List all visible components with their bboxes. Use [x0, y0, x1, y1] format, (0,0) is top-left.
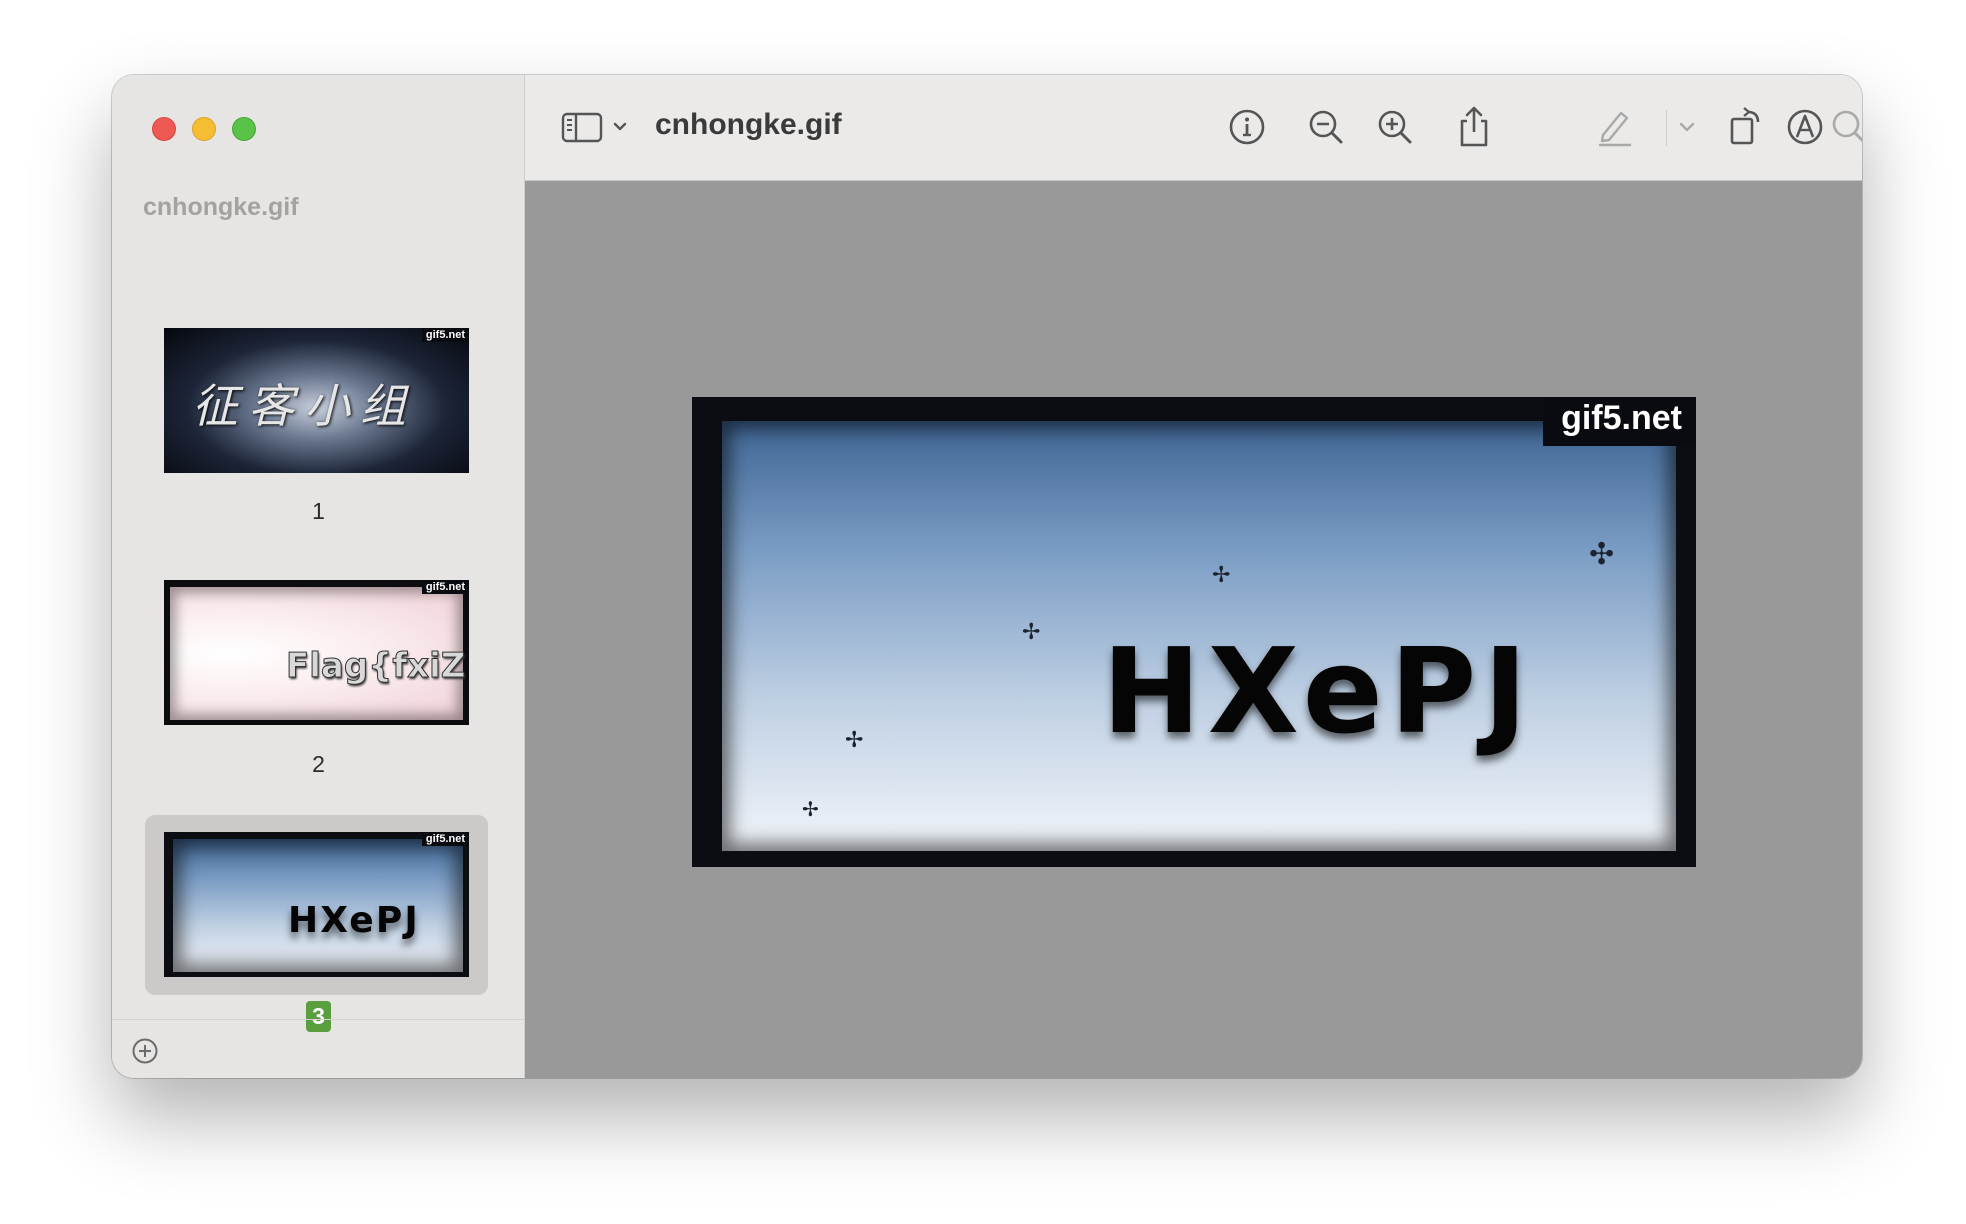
thumbnail-caption: HXePJ [288, 900, 420, 941]
document-viewer[interactable]: HXePJ ✢ ✢ ✢ ✢ ✣ gif5.net [525, 181, 1862, 1078]
preview-window: cnhongke.gif 征客小组 gif5.net 1 Flag{fxiZ g… [112, 75, 1862, 1078]
chevron-down-icon [1679, 122, 1695, 132]
maximize-button[interactable] [232, 117, 256, 141]
markup-pen-icon [1599, 111, 1631, 147]
plus-circle-icon [132, 1038, 158, 1064]
sidebar-toggle-button[interactable] [559, 105, 635, 149]
markup-button[interactable] [1593, 105, 1637, 149]
zoom-out-icon [1309, 110, 1343, 144]
sidebar-title: cnhongke.gif [143, 193, 299, 221]
watermark: gif5.net [1543, 397, 1696, 446]
bird-icon: ✣ [1589, 538, 1615, 571]
info-icon [1229, 109, 1265, 145]
thumbnail-caption: Flag{fxiZ [285, 646, 466, 687]
search-button-area[interactable] [1813, 105, 1862, 149]
add-page-button[interactable] [131, 1037, 159, 1065]
page-thumbnail-1[interactable]: 征客小组 gif5.net [145, 311, 488, 491]
sidebar-divider [112, 1019, 525, 1020]
share-icon [1460, 106, 1488, 147]
toolbar: cnhongke.gif [525, 75, 1862, 181]
search-icon [1832, 110, 1862, 143]
page-thumbnail-3[interactable]: HXePJ gif5.net [145, 815, 488, 995]
bird-icon: ✢ [845, 727, 864, 752]
bird-icon: ✢ [802, 799, 819, 821]
close-button[interactable] [152, 117, 176, 141]
markup-dropdown-button[interactable] [1665, 105, 1709, 149]
watermark: gif5.net [421, 832, 469, 846]
watermark: gif5.net [421, 328, 469, 342]
frame-text: HXePJ [1102, 622, 1535, 760]
document-title: cnhongke.gif [655, 108, 842, 141]
info-button[interactable] [1225, 105, 1269, 149]
page-thumbnail-2[interactable]: Flag{fxiZ gif5.net [145, 563, 488, 743]
thumbnail-image: 征客小组 gif5.net [164, 328, 469, 473]
page-number: 1 [312, 498, 325, 524]
thumbnail-sidebar: cnhongke.gif 征客小组 gif5.net 1 Flag{fxiZ g… [112, 75, 525, 1078]
zoom-in-icon [1378, 110, 1412, 144]
bird-icon: ✢ [1022, 619, 1041, 644]
sidebar-toggle-icon [561, 112, 627, 143]
gif-frame-image: HXePJ ✢ ✢ ✢ ✢ ✣ gif5.net [692, 397, 1696, 867]
selected-page-number: 3 [112, 1001, 525, 1032]
thumbnail-caption: 征客小组 [192, 379, 416, 433]
share-button[interactable] [1452, 105, 1496, 149]
watermark: gif5.net [421, 580, 469, 594]
rotate-button[interactable] [1724, 105, 1768, 149]
thumbnail-image: HXePJ gif5.net [164, 832, 469, 977]
rotate-icon [1730, 107, 1760, 145]
page-number: 2 [312, 751, 325, 777]
thumbnail-image: Flag{fxiZ gif5.net [164, 580, 469, 725]
zoom-in-button[interactable] [1373, 105, 1417, 149]
bird-icon: ✢ [1212, 562, 1231, 587]
zoom-out-button[interactable] [1304, 105, 1348, 149]
minimize-button[interactable] [192, 117, 216, 141]
selected-page-badge: 3 [306, 1001, 331, 1032]
